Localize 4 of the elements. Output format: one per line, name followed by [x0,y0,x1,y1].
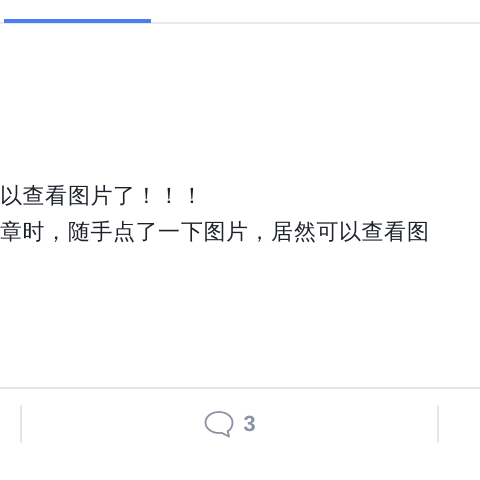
comment-count: 3 [243,411,256,437]
post-text-line: 以查看图片了！！！ [0,185,204,209]
post-text-line: 章时，随手点了一下图片，居然可以查看图 [0,221,430,245]
comment-icon[interactable] [203,410,236,438]
